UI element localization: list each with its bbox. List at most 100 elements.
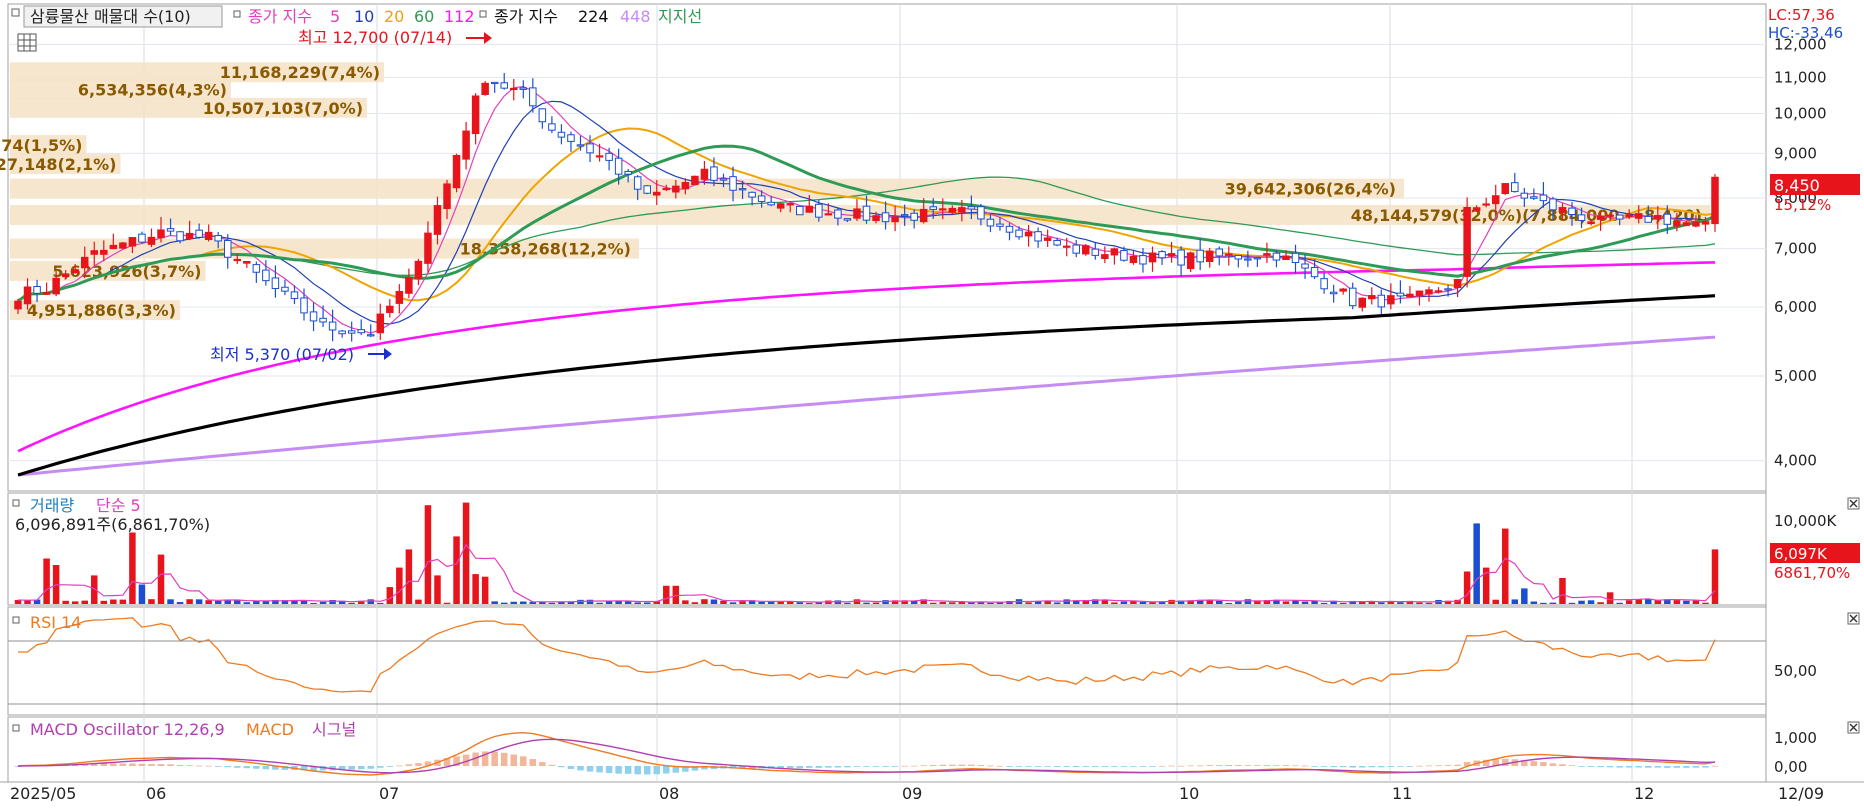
macd-osc-bar (386, 766, 394, 767)
volume-bar (1502, 528, 1509, 604)
volume-badge-pct: 6861,70% (1774, 564, 1850, 582)
collapse-icon[interactable] (11, 8, 20, 17)
macd-osc-bar (510, 754, 518, 766)
macd-osc-bar (1568, 765, 1576, 767)
macd-osc-bar (806, 766, 813, 768)
candle-up (1110, 248, 1119, 256)
macd-osc-bar (1549, 763, 1557, 766)
candle-down (738, 188, 747, 191)
candle-up (672, 185, 680, 193)
volume-bar (377, 602, 384, 604)
candle-down (166, 228, 175, 232)
volume-bar (672, 585, 680, 604)
candle-down (900, 214, 909, 217)
candle-down (614, 157, 623, 175)
volume-bar (367, 599, 374, 604)
candle-down (1244, 258, 1252, 261)
candle-up (1167, 253, 1176, 257)
macd-osc-bar (1378, 766, 1385, 768)
volume-bar (214, 600, 222, 604)
candle-down (290, 291, 299, 299)
macd-osc-bar (224, 766, 231, 768)
macd-osc-bar (1530, 761, 1538, 766)
volume-bar (634, 602, 641, 604)
volume-bar (939, 602, 947, 604)
ma10-period: 10 (354, 7, 374, 26)
price-tick-label: 6,000 (1774, 298, 1817, 316)
candle-down (929, 206, 937, 210)
volume-bar (1625, 600, 1633, 604)
candle-down (1568, 207, 1576, 215)
macd-osc-bar (853, 766, 861, 767)
macd-osc-bar (1683, 766, 1690, 768)
macd-osc-bar (1225, 764, 1233, 766)
table-icon[interactable] (17, 33, 37, 52)
x-label-oct: 10 (1179, 784, 1199, 803)
candle-down (500, 82, 508, 89)
macd-osc-bar (1673, 766, 1681, 768)
candle-up (948, 207, 957, 213)
macd-osc-bar (1158, 765, 1166, 767)
volume-close-icon[interactable] (1847, 497, 1860, 510)
candle-up (1463, 206, 1471, 277)
macd-y-tick-1: 1,000 (1774, 729, 1817, 747)
candle-down (1644, 215, 1653, 223)
volume-bar (710, 599, 718, 604)
candle-up (109, 244, 118, 250)
x-end-label: 12/09 (1778, 784, 1824, 803)
price-tick-label: 10,000 (1774, 104, 1827, 122)
rsi-panel[interactable] (7, 606, 1767, 716)
macd-osc-bar (377, 766, 384, 768)
candle-up (52, 277, 60, 295)
macd-osc-bar (1063, 766, 1070, 767)
macd-osc-bar (653, 766, 661, 775)
candle-down (338, 330, 346, 335)
candle-down (748, 191, 756, 198)
macd-close-icon[interactable] (1847, 721, 1860, 734)
candle-down (1320, 278, 1328, 290)
volume-bar (777, 601, 784, 604)
volume-bar (462, 502, 470, 604)
candle-down (252, 264, 261, 273)
candle-down (33, 286, 41, 294)
candle-up (23, 286, 32, 305)
candle-up (481, 82, 489, 95)
candle-down (1348, 287, 1357, 307)
candle-down (1377, 294, 1386, 308)
candle-up (1043, 237, 1052, 241)
macd-osc-bar (1359, 766, 1366, 768)
profile-label: 11,168,229(7,4%) (220, 63, 380, 82)
volume-bar (643, 602, 651, 604)
macd-osc-bar (205, 765, 212, 767)
candle-up (1587, 221, 1595, 224)
x-label-jun: 06 (146, 784, 166, 803)
macd-osc-bar (624, 766, 632, 774)
profile-label: 4,951,886(3,3%) (27, 301, 176, 320)
volume-bar (1692, 600, 1700, 604)
candle-up (872, 215, 880, 221)
volume-bar (691, 602, 699, 604)
volume-bar (1225, 602, 1233, 604)
candle-down (138, 233, 146, 243)
macd-osc-bar (1263, 765, 1271, 766)
macd-osc-bar (491, 751, 498, 766)
candle-up (424, 232, 432, 264)
volume-bar (396, 567, 403, 604)
macd-osc-bar (1597, 766, 1604, 768)
candle-down (1444, 288, 1452, 291)
macd-osc-bar (1540, 762, 1547, 766)
macd-osc-bar (1702, 766, 1709, 768)
candle-up (1148, 252, 1157, 263)
macd-osc-bar (1387, 766, 1395, 767)
candle-up (1654, 215, 1662, 220)
candle-down (1549, 198, 1557, 211)
candle-down (767, 201, 775, 206)
rsi-close-icon[interactable] (1847, 612, 1860, 625)
candle-up (1387, 295, 1395, 305)
macd-osc-bar (834, 766, 842, 768)
candle-up (1186, 252, 1195, 270)
macd-osc-bar (586, 766, 594, 772)
candle-down (1329, 291, 1338, 295)
volume-bar (1339, 602, 1347, 604)
macd-osc-bar (863, 766, 870, 767)
